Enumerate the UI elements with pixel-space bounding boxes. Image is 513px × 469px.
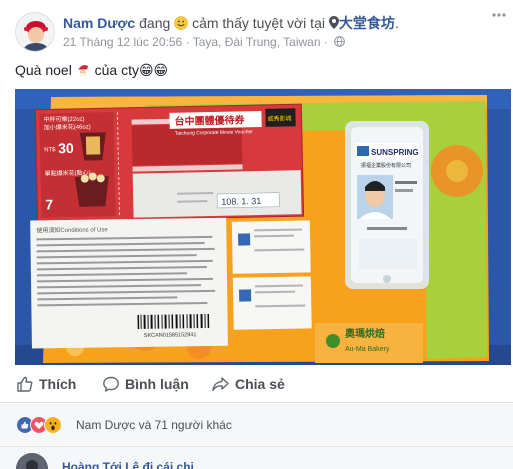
reactions-summary[interactable]: Nam Dược và 71 người khác: [76, 418, 232, 432]
author-name[interactable]: Nam Dược: [63, 15, 135, 31]
place-link[interactable]: 大堂食坊: [339, 15, 395, 31]
location-pin-icon: [328, 16, 339, 29]
status-verb: đang: [139, 15, 171, 31]
reactions-bar: Nam Dược và 71 người khác: [0, 404, 513, 446]
badge-company: SUNSPRING: [371, 148, 419, 157]
box-brand: 奧瑪烘焙: [344, 327, 385, 340]
place-suffix: .: [394, 15, 399, 31]
speech-bubble-icon: [103, 376, 119, 392]
post-text-after: của cty😁😁: [94, 62, 169, 78]
badge-company-cn: 振福企業股份有限公司: [361, 162, 411, 169]
comment-label: Bình luận: [125, 376, 189, 392]
wow-reaction-icon: [44, 416, 62, 434]
share-label: Chia sẻ: [235, 376, 285, 392]
santa-emoji-icon: [77, 65, 91, 77]
commenter-avatar[interactable]: [16, 453, 48, 469]
share-button[interactable]: Chia sẻ: [211, 375, 285, 393]
avatar-icon: [16, 13, 54, 51]
globe-icon[interactable]: [334, 36, 346, 47]
comment-author-text[interactable]: Hoàng Tới Lê đi cái chi: [62, 460, 194, 469]
feeling-text: cảm thấy tuyệt vời tại: [192, 15, 325, 31]
post-meta: 21 Tháng 12 lúc 20:56 · Taya, Đài Trung,…: [63, 35, 346, 49]
notes-title-en: Conditions of Use: [60, 227, 108, 234]
barcode-number: SKCAN01585152941: [144, 332, 197, 339]
header-line: Nam Dược đang cảm thấy tuyệt vời tại 大堂食…: [63, 13, 399, 33]
ticket-expiry: 108. 1. 31: [221, 196, 261, 207]
comment-preview: Hoàng Tới Lê đi cái chi: [0, 446, 513, 469]
post-header: Nam Dược đang cảm thấy tuyệt vời tại 大堂食…: [0, 0, 513, 58]
meta-separator: ·: [323, 35, 328, 49]
comment-button[interactable]: Bình luận: [102, 375, 189, 393]
post-timestamp[interactable]: 21 Tháng 12 lúc 20:56: [63, 35, 182, 49]
post-text-before: Quà noel: [15, 62, 72, 78]
post-actions: Thích Bình luận Chia sẻ: [0, 367, 513, 403]
combo-price-label: NT$: [44, 147, 56, 153]
combo-price: 30: [58, 140, 74, 156]
author-avatar[interactable]: [15, 12, 55, 52]
combo-price-2: 7: [45, 196, 53, 212]
post-location[interactable]: Taya, Đài Trung, Taiwan: [193, 35, 321, 49]
box-brand-en: Au-Ma Bakery: [345, 346, 390, 353]
post-photo[interactable]: 奧瑪烘焙 Au-Ma Bakery 台中團體優待券 Taichung Corpo…: [15, 89, 511, 365]
smile-emoji-icon: [174, 16, 188, 30]
post-message: Quà noel của cty😁😁: [15, 62, 168, 79]
like-button[interactable]: Thích: [16, 375, 76, 393]
avatar-icon: [16, 453, 48, 469]
photo-illustration: 奧瑪烘焙 Au-Ma Bakery 台中團體優待券 Taichung Corpo…: [15, 89, 511, 365]
like-label: Thích: [39, 376, 77, 392]
share-arrow-icon: [212, 377, 229, 392]
more-options-icon[interactable]: [492, 12, 506, 18]
thumbs-up-icon: [17, 376, 33, 392]
meta-separator: ·: [185, 35, 190, 49]
